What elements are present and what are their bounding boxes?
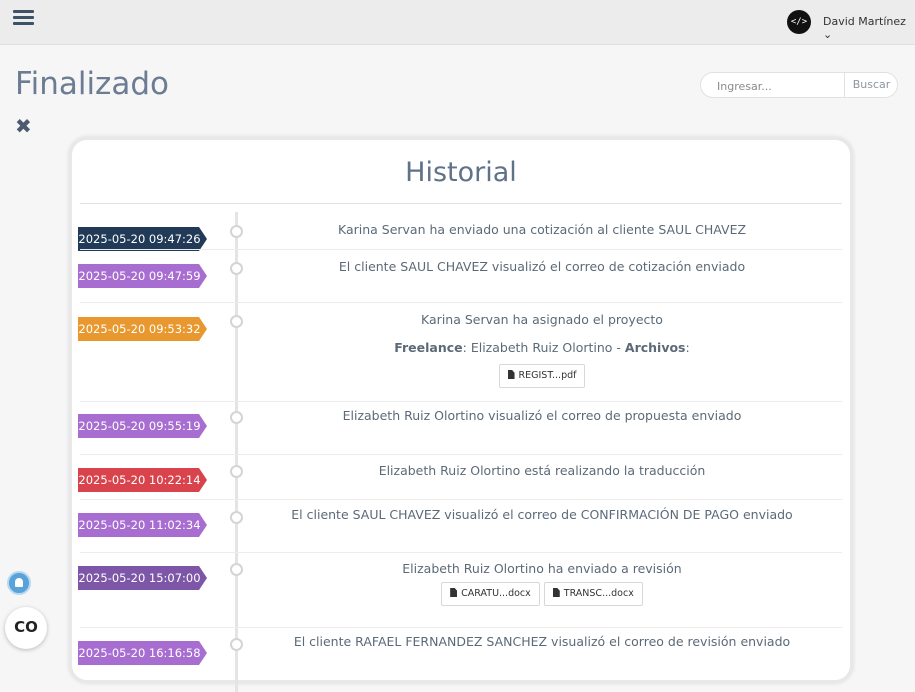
event-message: Karina Servan ha enviado una cotización … — [337, 222, 747, 237]
divider — [80, 627, 842, 628]
file-list: REGIST...pdf — [252, 364, 832, 388]
divider — [80, 552, 842, 553]
history-panel: Historial 2025-05-20 09:47:26 Karina Ser… — [69, 137, 853, 692]
file-download-button[interactable]: TRANSC...docx — [543, 582, 643, 606]
timeline-dot — [230, 262, 243, 275]
notification-bell-icon[interactable] — [7, 571, 31, 595]
page-title: Finalizado — [15, 66, 169, 102]
divider — [80, 249, 842, 250]
file-name: REGIST...pdf — [518, 370, 577, 381]
event-message: El cliente RAFAEL FERNANDEZ SANCHEZ visu… — [293, 634, 791, 649]
files-label: Archivos — [624, 340, 686, 355]
event-date-badge: 2025-05-20 09:47:26 — [78, 227, 207, 251]
chat-link-icon[interactable]: CO — [5, 607, 47, 649]
timeline-dot — [230, 315, 243, 328]
file-name: TRANSC...docx — [563, 588, 634, 599]
timeline-dot — [230, 563, 243, 576]
file-download-button[interactable]: CARATU...docx — [441, 582, 540, 606]
search-button[interactable]: Buscar — [844, 73, 898, 97]
close-icon[interactable]: ✖ — [15, 116, 32, 136]
timeline-dot — [230, 638, 243, 651]
event-date-badge: 2025-05-20 11:02:34 — [78, 513, 207, 537]
timeline-dot — [230, 225, 243, 238]
timeline-line — [235, 212, 238, 692]
hamburger-menu-icon[interactable] — [13, 10, 34, 26]
event-date-badge: 2025-05-20 09:47:59 — [78, 264, 207, 288]
divider — [80, 401, 842, 402]
files-label-colon: : — [685, 340, 690, 355]
document-icon — [552, 588, 560, 597]
search-input[interactable] — [715, 77, 839, 95]
timeline-dot — [230, 465, 243, 478]
search-box: Buscar — [700, 72, 898, 98]
file-download-button[interactable]: REGIST...pdf — [498, 364, 586, 388]
freelance-value: : Elizabeth Ruiz Olortino - — [462, 340, 625, 355]
history-title: Historial — [405, 157, 517, 188]
event-date-badge: 2025-05-20 09:55:19 — [78, 414, 207, 438]
timeline-dot — [230, 411, 243, 424]
user-menu-dropdown[interactable]: David Martínez ⌄ — [823, 15, 915, 41]
avatar[interactable]: </> — [787, 10, 811, 34]
document-icon — [450, 588, 458, 597]
event-message: Karina Servan ha asignado el proyecto — [421, 312, 663, 327]
file-name: CARATU...docx — [461, 588, 531, 599]
divider — [80, 203, 842, 204]
event-message: Elizabeth Ruiz Olortino visualizó el cor… — [342, 408, 742, 423]
event-message: El cliente SAUL CHAVEZ visualizó el corr… — [291, 507, 793, 522]
freelance-label: Freelance — [394, 340, 463, 355]
timeline-dot — [230, 511, 243, 524]
event-date-badge: 2025-05-20 15:07:00 — [78, 566, 207, 590]
divider — [80, 499, 842, 500]
top-bar: </> David Martínez ⌄ — [0, 0, 915, 45]
event-date-badge: 2025-05-20 10:22:14 — [78, 468, 207, 492]
event-message: Elizabeth Ruiz Olortino está realizando … — [378, 463, 706, 478]
divider — [80, 454, 842, 455]
event-message: El cliente SAUL CHAVEZ visualizó el corr… — [338, 259, 746, 274]
event-assignment-details: Freelance: Elizabeth Ruiz Olortino - Arc… — [252, 340, 832, 355]
divider — [80, 302, 842, 303]
event-date-badge: 2025-05-20 09:53:32 — [78, 317, 207, 341]
event-message: Elizabeth Ruiz Olortino ha enviado a rev… — [402, 561, 682, 576]
document-icon — [507, 370, 515, 379]
event-date-badge: 2025-05-20 16:16:58 — [78, 641, 207, 665]
file-list: CARATU...docx TRANSC...docx — [252, 582, 832, 606]
